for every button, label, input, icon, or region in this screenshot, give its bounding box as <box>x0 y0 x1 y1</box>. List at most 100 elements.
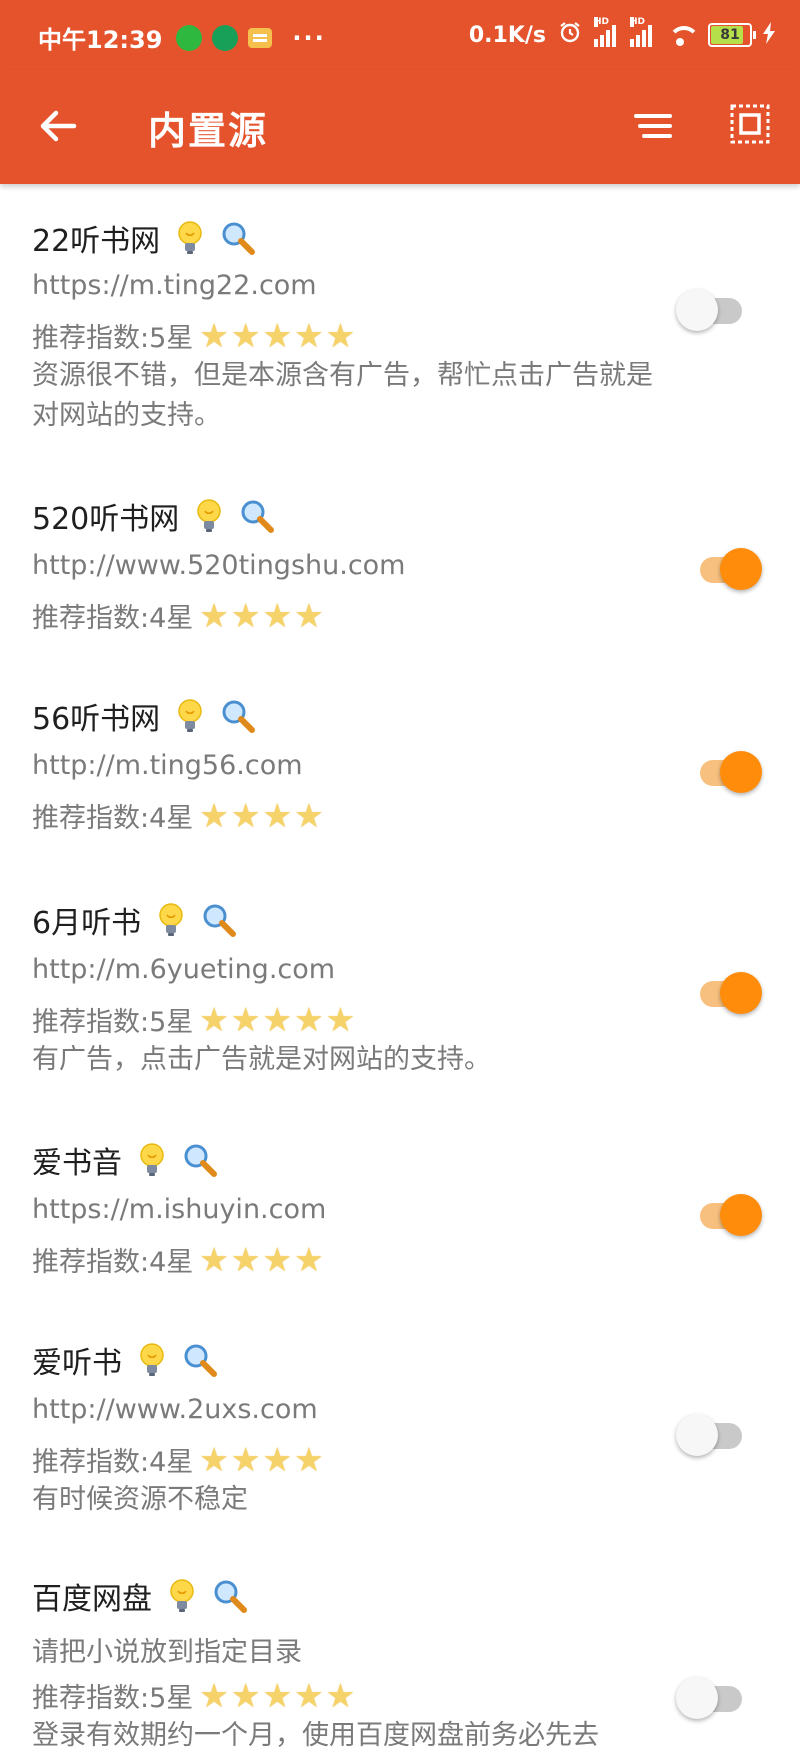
bulb-icon[interactable] <box>174 698 206 734</box>
star-icon: ★ <box>230 1676 261 1715</box>
rating-line: 推荐指数:5星 ★ ★ ★ ★ ★ <box>32 1000 357 1039</box>
search-icon[interactable] <box>182 1342 217 1378</box>
rating-label: 推荐指数:5星 <box>32 1007 194 1038</box>
rating-line: 推荐指数:4星 ★ ★ ★ ★ <box>32 796 326 835</box>
select-all-button[interactable] <box>728 102 772 146</box>
source-name: 百度网盘 <box>32 1574 247 1618</box>
wifi-icon <box>666 24 700 46</box>
sort-button[interactable] <box>630 104 674 148</box>
rating-stars: ★ ★ ★ ★ ★ <box>199 1679 357 1712</box>
star-icon: ★ <box>262 1000 293 1039</box>
signal-icon-2: HD <box>630 17 654 47</box>
charging-icon <box>762 21 776 49</box>
list-item[interactable]: 56听书网 http://m.ting56.com 推荐指数:4星 ★ ★ ★ ★ <box>0 654 800 854</box>
rating-line: 推荐指数:5星 ★ ★ ★ ★ ★ <box>32 316 357 355</box>
enable-toggle[interactable] <box>676 1414 746 1458</box>
bulb-icon[interactable] <box>166 1578 198 1614</box>
bulb-icon[interactable] <box>136 1342 168 1378</box>
star-icon: ★ <box>294 1240 324 1279</box>
star-icon: ★ <box>294 316 324 355</box>
search-icon[interactable] <box>201 902 237 938</box>
star-icon: ★ <box>199 316 229 355</box>
star-icon: ★ <box>199 596 229 635</box>
star-icon: ★ <box>294 1000 324 1039</box>
rating-stars: ★ ★ ★ ★ <box>199 1443 325 1476</box>
list-item[interactable]: 爱听书 http://www.2uxs.com 推荐指数:4星 ★ ★ ★ ★ 有时候… <box>0 1294 800 1534</box>
star-icon: ★ <box>294 1676 324 1715</box>
search-icon[interactable] <box>182 1142 217 1178</box>
search-icon[interactable] <box>220 220 256 256</box>
star-icon: ★ <box>262 596 293 635</box>
rating-label: 推荐指数:4星 <box>32 603 194 634</box>
star-icon: ★ <box>262 1676 293 1715</box>
rating-stars: ★ ★ ★ ★ <box>199 599 325 632</box>
enable-toggle[interactable] <box>690 1194 762 1238</box>
star-icon: ★ <box>230 796 261 835</box>
search-icon[interactable] <box>239 498 275 534</box>
back-arrow-icon <box>40 110 77 142</box>
rating-stars: ★ ★ ★ ★ ★ <box>199 1003 357 1036</box>
status-time: 中午12:39 <box>38 26 163 54</box>
source-url: http://www.520tingshu.com <box>32 550 406 581</box>
enable-toggle[interactable] <box>690 751 762 795</box>
list-item[interactable]: 爱书音 https://m.ishuyin.com 推荐指数:4星 ★ ★ ★ ★ <box>0 1094 800 1294</box>
list-item[interactable]: 6月听书 http://m.6yueting.com 推荐指数:5星 ★ ★ ★ ★ ★… <box>0 854 800 1094</box>
source-name-label: 6月听书 <box>32 906 142 941</box>
enable-toggle[interactable] <box>676 289 746 333</box>
bulb-icon[interactable] <box>193 498 225 534</box>
enable-toggle[interactable] <box>690 972 762 1016</box>
star-icon: ★ <box>230 1440 261 1479</box>
page-title: 内置源 <box>148 109 269 153</box>
source-description: 登录有效期约一个月，使用百度网盘前务必先去 <box>32 1720 599 1751</box>
source-name: 6月听书 <box>32 898 237 942</box>
list-item[interactable]: 520听书网 http://www.520tingshu.com 推荐指数:4星… <box>0 454 800 654</box>
rating-line: 推荐指数:5星 ★ ★ ★ ★ ★ <box>32 1676 357 1715</box>
hd-label: HD <box>594 17 610 27</box>
battery-icon: 81 <box>708 23 752 47</box>
rating-line: 推荐指数:4星 ★ ★ ★ ★ <box>32 596 326 635</box>
hd-label-2: HD <box>630 17 646 27</box>
rating-label: 推荐指数:4星 <box>32 1247 194 1278</box>
star-icon: ★ <box>262 796 293 835</box>
star-icon: ★ <box>294 1440 324 1479</box>
list-item[interactable]: 百度网盘 请把小说放到指定目录 推荐指数:5星 ★ ★ ★ ★ ★ 登录有效期约一个月，… <box>0 1534 800 1751</box>
star-icon: ★ <box>262 1440 293 1479</box>
list-item[interactable]: 22听书网 https://m.ting22.com 推荐指数:5星 ★ ★ ★ ★ ★… <box>0 184 800 454</box>
star-icon: ★ <box>325 316 356 355</box>
star-icon: ★ <box>262 316 293 355</box>
app-bar: 内置源 <box>0 70 800 184</box>
source-name-label: 爱听书 <box>32 1346 122 1381</box>
toggle-thumb <box>720 548 762 590</box>
source-description: 资源很不错，但是本源含有广告，帮忙点击广告就是对网站的支持。 <box>32 360 653 431</box>
status-left: 中午12:39 ··· <box>38 20 326 55</box>
star-icon: ★ <box>230 316 261 355</box>
toggle-thumb <box>676 1677 718 1719</box>
ca-app-icon <box>212 24 239 51</box>
bulb-icon[interactable] <box>174 220 206 256</box>
search-icon[interactable] <box>212 1578 247 1614</box>
rating-label: 推荐指数:4星 <box>32 1447 194 1478</box>
star-icon: ★ <box>325 1000 356 1039</box>
rating-label: 推荐指数:5星 <box>32 1683 194 1714</box>
source-name: 爱书音 <box>32 1138 217 1182</box>
source-name-label: 22听书网 <box>32 224 161 259</box>
bulb-icon[interactable] <box>155 902 187 938</box>
alarm-icon <box>558 20 582 50</box>
back-button[interactable] <box>36 104 80 148</box>
search-icon[interactable] <box>220 698 256 734</box>
rating-label: 推荐指数:4星 <box>32 803 194 834</box>
source-note: 请把小说放到指定目录 <box>32 1637 302 1668</box>
status-right: 0.1K/s HD HD 81 <box>457 17 776 50</box>
toggle-thumb <box>720 972 762 1014</box>
star-icon: ★ <box>262 1240 293 1279</box>
wechat-icon <box>176 24 203 51</box>
source-name-label: 56听书网 <box>32 702 161 737</box>
message-icon <box>248 27 273 48</box>
source-name: 22听书网 <box>32 216 256 260</box>
star-icon: ★ <box>199 1240 229 1279</box>
toggle-thumb <box>676 1414 718 1456</box>
enable-toggle[interactable] <box>676 1677 746 1721</box>
source-url: http://www.2uxs.com <box>32 1394 318 1425</box>
bulb-icon[interactable] <box>136 1142 168 1178</box>
enable-toggle[interactable] <box>690 548 762 592</box>
